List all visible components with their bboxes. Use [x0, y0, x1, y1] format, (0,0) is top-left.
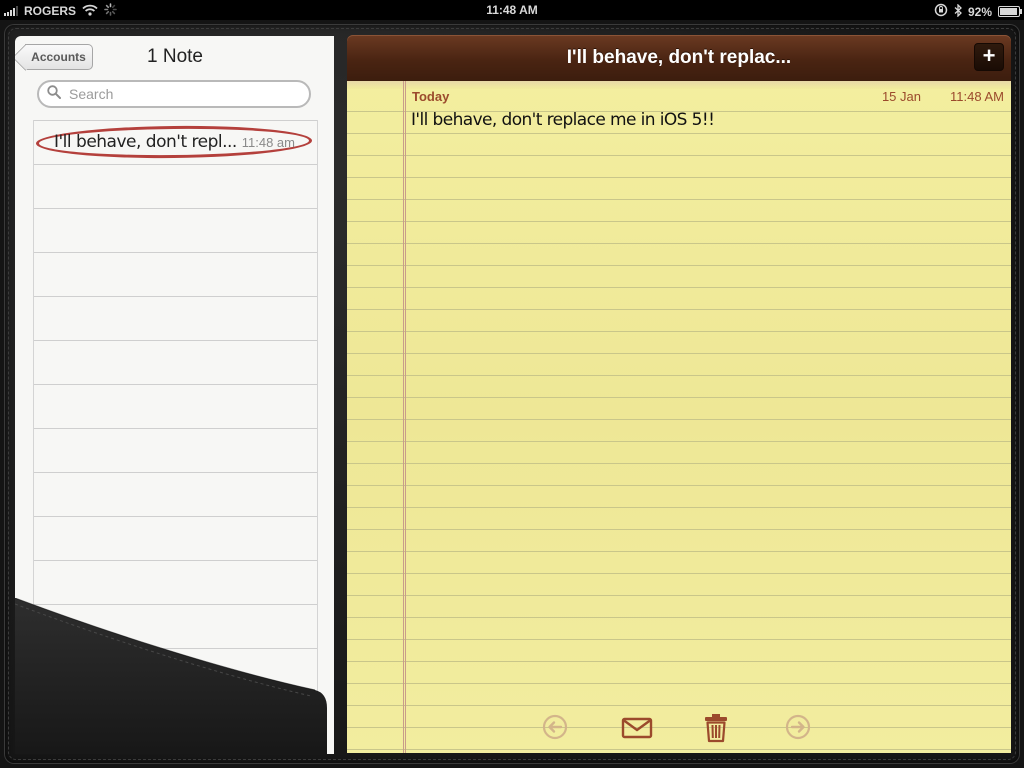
previous-note-icon[interactable] [541, 713, 569, 746]
rotation-lock-icon [934, 3, 948, 20]
leather-pocket-flap [15, 598, 327, 754]
note-list-item-time: 11:48 am [241, 135, 295, 150]
accounts-back-label: Accounts [31, 50, 86, 64]
note-date: 15 Jan [881, 89, 921, 104]
note-header-title: I'll behave, don't replac... [566, 47, 792, 68]
accounts-back-button[interactable]: Accounts [25, 44, 93, 70]
note-date-label: Today [412, 89, 450, 104]
status-time: 11:48 AM [486, 3, 538, 17]
note-paper[interactable]: Today 15 Jan 11:48 AM I'll behave, don't… [347, 81, 1011, 753]
email-icon[interactable] [621, 713, 653, 746]
note-time: 11:48 AM [950, 89, 1004, 104]
add-note-button[interactable]: + [974, 43, 1004, 71]
battery-icon [998, 6, 1022, 17]
notes-count-title: 1 Note [147, 46, 203, 67]
note-header-bar: I'll behave, don't replac... + [347, 35, 1011, 81]
notes-list-panel: Accounts 1 Note I'll behave, don't repl.… [15, 36, 334, 754]
status-bar: ROGERS 11:48 AM 92% [0, 0, 1024, 20]
note-list-item[interactable]: I'll behave, don't repl... 11:48 am [34, 121, 317, 164]
next-note-icon[interactable] [784, 713, 812, 746]
battery-percent: 92% [967, 4, 992, 19]
note-body-text[interactable]: I'll behave, don't replace me in iOS 5!! [411, 110, 715, 130]
bluetooth-icon [954, 2, 962, 20]
note-list-item-title: I'll behave, don't repl... [54, 132, 237, 152]
search-field[interactable] [37, 80, 311, 108]
search-input[interactable] [67, 85, 291, 103]
trash-icon[interactable] [704, 713, 728, 748]
search-icon [47, 84, 61, 104]
note-toolbar [347, 713, 1011, 743]
